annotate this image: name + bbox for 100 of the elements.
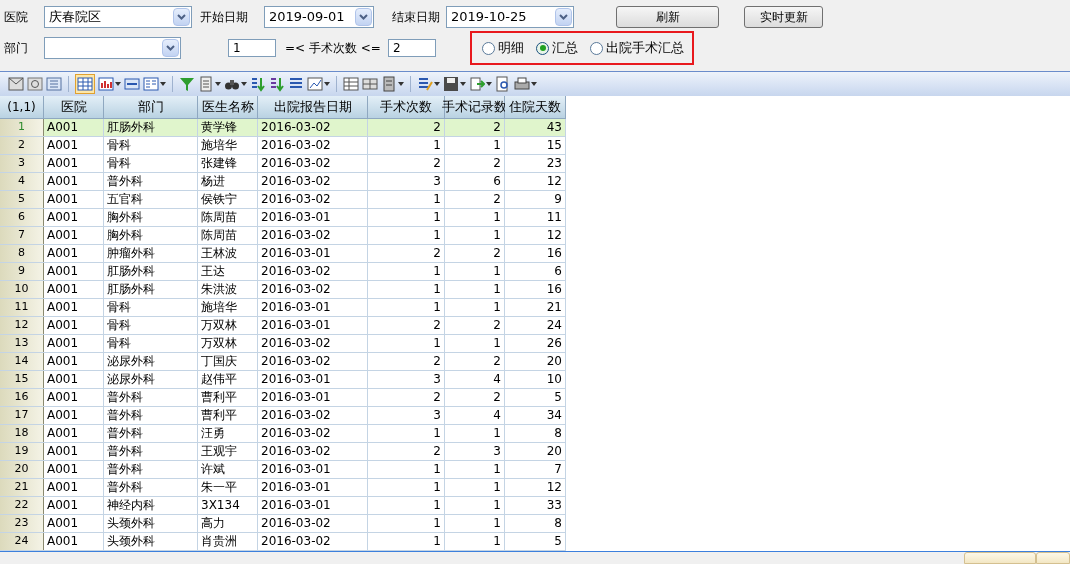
dropdown-field[interactable]	[44, 37, 181, 59]
view-radio[interactable]: 明细	[482, 38, 524, 58]
table-row[interactable]: 24 A001 头颈外科 肖贵洲 2016-03-02 1 1 5	[0, 533, 566, 551]
table-cell: 曹利平	[198, 407, 258, 424]
column-header[interactable]: 医生名称	[198, 96, 258, 118]
table-cell: 2016-03-02	[258, 227, 368, 244]
table-row[interactable]: 8 A001 肿瘤外科 王林波 2016-03-01 2 2 16	[0, 245, 566, 263]
caret-icon[interactable]	[434, 82, 440, 86]
caret-icon[interactable]	[486, 82, 492, 86]
caret-icon[interactable]	[241, 82, 247, 86]
caret-icon[interactable]	[115, 82, 121, 86]
table-row[interactable]: 9 A001 肛肠外科 王达 2016-03-02 1 1 6	[0, 263, 566, 281]
table-row[interactable]: 16 A001 普外科 曹利平 2016-03-01 2 2 5	[0, 389, 566, 407]
table-row[interactable]: 11 A001 骨科 施培华 2016-03-01 1 1 21	[0, 299, 566, 317]
table-cell: 2016-03-02	[258, 443, 368, 460]
table-row[interactable]: 23 A001 头颈外科 高力 2016-03-02 1 1 8	[0, 515, 566, 533]
table-cell: 1	[368, 299, 445, 316]
dropdown-field[interactable]: 2019-10-25	[446, 6, 574, 28]
dropdown-button[interactable]	[555, 8, 572, 26]
table-row[interactable]: 20 A001 普外科 许斌 2016-03-01 1 1 7	[0, 461, 566, 479]
field-label: 结束日期	[392, 9, 441, 26]
table-cell: A001	[44, 497, 104, 514]
table-row[interactable]: 10 A001 肛肠外科 朱洪波 2016-03-02 1 1 16	[0, 281, 566, 299]
table-row[interactable]: 14 A001 泌尿外科 丁国庆 2016-03-02 2 2 20	[0, 353, 566, 371]
table-row[interactable]: 17 A001 普外科 曹利平 2016-03-02 3 4 34	[0, 407, 566, 425]
table-cell: 1	[445, 533, 505, 550]
table-row[interactable]: 12 A001 骨科 万双林 2016-03-01 2 2 24	[0, 317, 566, 335]
row-number: 4	[0, 173, 44, 190]
print-preview-icon[interactable]	[495, 76, 511, 92]
table-cell: 曹利平	[198, 389, 258, 406]
row-number: 12	[0, 317, 44, 334]
table-cell: 2	[445, 317, 505, 334]
table-cell: 1	[445, 209, 505, 226]
dropdown-button[interactable]	[162, 39, 179, 57]
caret-icon[interactable]	[531, 82, 537, 86]
table-row[interactable]: 1 A001 肛肠外科 黄学锋 2016-03-02 2 2 43	[0, 119, 566, 137]
table-row[interactable]: 3 A001 骨科 张建锋 2016-03-02 2 2 23	[0, 155, 566, 173]
table-row[interactable]: 5 A001 五官科 侯铁宁 2016-03-02 1 2 9	[0, 191, 566, 209]
table-cell: 16	[505, 245, 566, 262]
sort-descending-icon[interactable]	[269, 76, 285, 92]
caret-icon[interactable]	[324, 82, 330, 86]
caret-icon[interactable]	[160, 82, 166, 86]
bar-chart-icon[interactable]	[98, 76, 114, 92]
table-row[interactable]: 15 A001 泌尿外科 赵伟平 2016-03-01 3 4 10	[0, 371, 566, 389]
table-cell: 26	[505, 335, 566, 352]
sort-ascending-icon[interactable]	[250, 76, 266, 92]
table-row[interactable]: 19 A001 普外科 王观宇 2016-03-02 2 3 20	[0, 443, 566, 461]
grid-edit-icon[interactable]	[362, 76, 378, 92]
radio-icon[interactable]	[536, 41, 549, 55]
table-cell: A001	[44, 533, 104, 550]
dropdown-button[interactable]	[355, 8, 372, 26]
chart-icon[interactable]	[307, 76, 323, 92]
grid-icon[interactable]	[343, 76, 359, 92]
live-update-button[interactable]: 实时更新	[744, 6, 823, 28]
table-row[interactable]: 4 A001 普外科 杨进 2016-03-02 3 6 12	[0, 173, 566, 191]
table-cell: 1	[445, 497, 505, 514]
dropdown-field[interactable]: 2019-09-01	[264, 6, 374, 28]
table-row[interactable]: 18 A001 普外科 汪勇 2016-03-02 1 1 8	[0, 425, 566, 443]
number-field[interactable]: 1	[228, 39, 276, 57]
radio-icon[interactable]	[590, 41, 603, 55]
table-cell: 20	[505, 443, 566, 460]
row-number: 9	[0, 263, 44, 280]
row-number: 23	[0, 515, 44, 532]
table-cell: 1	[368, 515, 445, 532]
table-row[interactable]: 13 A001 骨科 万双林 2016-03-02 1 1 26	[0, 335, 566, 353]
table-row[interactable]: 6 A001 胸外科 陈周苗 2016-03-01 1 1 11	[0, 209, 566, 227]
mail-icon[interactable]	[8, 76, 24, 92]
table-row[interactable]: 7 A001 胸外科 陈周苗 2016-03-02 1 1 12	[0, 227, 566, 245]
view-radio[interactable]: 汇总	[536, 38, 578, 58]
table-cell: 8	[505, 425, 566, 442]
row-number: 6	[0, 209, 44, 226]
pencil-list-icon[interactable]	[417, 76, 433, 92]
column-header[interactable]: 医院	[44, 96, 104, 118]
radio-icon[interactable]	[482, 41, 495, 55]
column-header[interactable]: 住院天数	[505, 96, 566, 118]
caret-icon[interactable]	[398, 82, 404, 86]
table-cell: 高力	[198, 515, 258, 532]
caret-icon[interactable]	[215, 82, 221, 86]
filter-icon[interactable]	[179, 76, 195, 92]
table-cell: 6	[445, 173, 505, 190]
table-row[interactable]: 22 A001 神经内科 3X134 2016-03-01 1 1 33	[0, 497, 566, 515]
save-icon[interactable]	[443, 76, 459, 92]
dropdown-field[interactable]: 庆春院区	[44, 6, 192, 28]
table-row[interactable]: 21 A001 普外科 朱一平 2016-03-01 1 1 12	[0, 479, 566, 497]
number-field[interactable]: 2	[388, 39, 436, 57]
table-cell: 2016-03-01	[258, 497, 368, 514]
table-cell: 24	[505, 317, 566, 334]
row-number: 22	[0, 497, 44, 514]
dropdown-button[interactable]	[173, 8, 190, 26]
caret-icon[interactable]	[460, 82, 466, 86]
table-cell: 肛肠外科	[104, 263, 198, 280]
column-header[interactable]: 部门	[104, 96, 198, 118]
view-radio[interactable]: 出院手术汇总	[590, 38, 684, 58]
refresh-button[interactable]: 刷新	[616, 6, 719, 28]
column-header[interactable]: 出院报告日期	[258, 96, 368, 118]
table-cell: A001	[44, 137, 104, 154]
printer-icon[interactable]	[514, 76, 530, 92]
table-icon[interactable]	[77, 76, 93, 92]
row-number: 14	[0, 353, 44, 370]
table-row[interactable]: 2 A001 骨科 施培华 2016-03-02 1 1 15	[0, 137, 566, 155]
